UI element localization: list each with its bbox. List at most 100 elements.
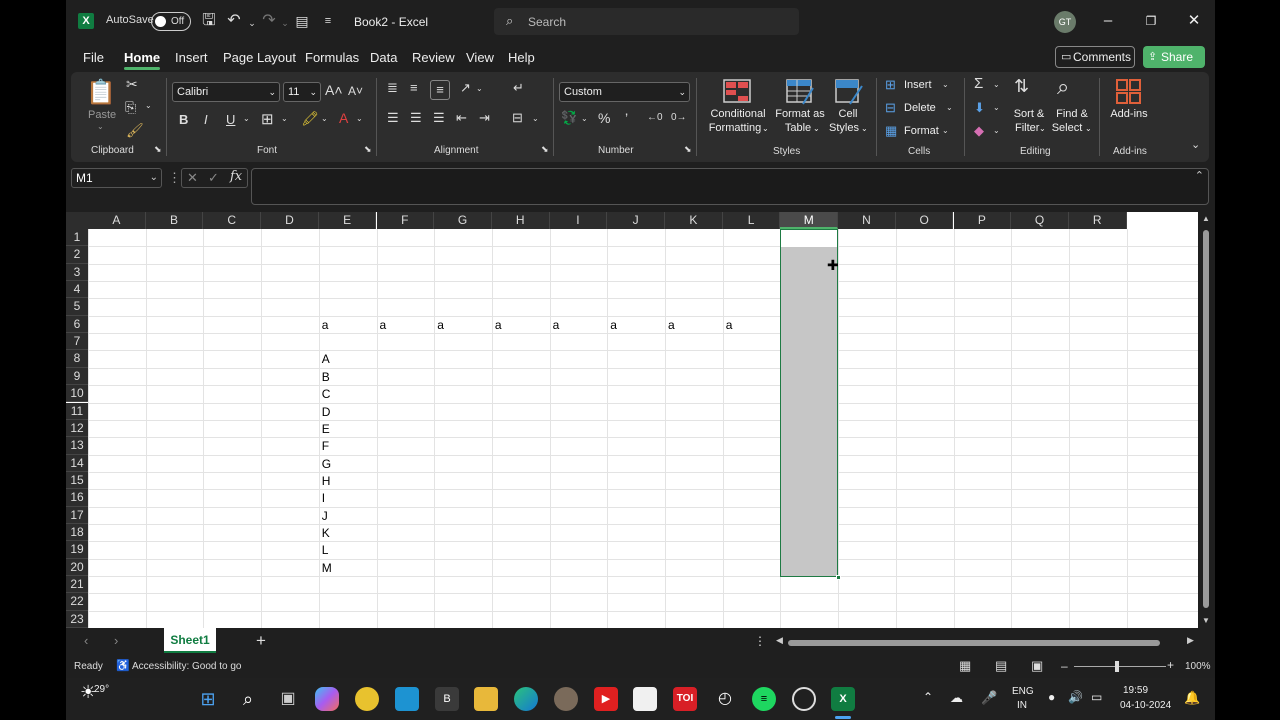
delete-cells-label[interactable]: Delete bbox=[904, 102, 936, 114]
conditional-formatting-dropdown-icon[interactable]: ⌄ bbox=[762, 122, 769, 136]
conditional-formatting-icon[interactable] bbox=[722, 78, 752, 106]
insert-function-icon[interactable]: fx bbox=[230, 169, 242, 184]
insert-dropdown-icon[interactable]: ⌄ bbox=[942, 80, 949, 89]
row-header-12[interactable]: 12 bbox=[66, 419, 88, 438]
start-icon[interactable]: ⊞ bbox=[196, 687, 220, 711]
accessibility-icon[interactable]: ♿ bbox=[116, 659, 130, 672]
sort-filter-label-2[interactable]: Filter bbox=[1015, 121, 1039, 135]
cell-row6-i[interactable]: a bbox=[550, 318, 560, 332]
orientation-dropdown-icon[interactable]: ⌄ bbox=[476, 84, 483, 93]
share-button[interactable]: ⇪ Share bbox=[1143, 46, 1205, 68]
font-family-select[interactable]: Calibri ⌄ bbox=[172, 82, 280, 102]
select-all-corner[interactable] bbox=[66, 212, 88, 229]
speedometer-icon[interactable]: ◴ bbox=[713, 687, 737, 711]
column-header-g[interactable]: G bbox=[434, 212, 492, 229]
active-cell[interactable] bbox=[781, 230, 838, 247]
scroll-thumb[interactable] bbox=[1203, 230, 1209, 608]
selected-range[interactable] bbox=[780, 229, 842, 580]
minimize-icon[interactable]: – bbox=[1098, 11, 1118, 31]
comma-style-icon[interactable]: ’ bbox=[625, 110, 628, 126]
chevron-up-icon[interactable]: ⌃ bbox=[923, 690, 933, 704]
language-line2[interactable]: IN bbox=[1017, 700, 1027, 711]
row-header-6[interactable]: 6 bbox=[66, 315, 88, 334]
column-header-m[interactable]: M bbox=[780, 212, 839, 229]
tab-formulas[interactable]: Formulas bbox=[305, 50, 359, 65]
undo-icon[interactable]: ↶ bbox=[224, 11, 244, 31]
merge-dropdown-icon[interactable]: ⌄ bbox=[532, 114, 539, 123]
column-header-d[interactable]: D bbox=[261, 212, 319, 229]
fill-color-dropdown-icon[interactable]: ⌄ bbox=[321, 114, 328, 123]
sort-filter-label[interactable]: Sort & bbox=[1011, 107, 1047, 121]
row-header-18[interactable]: 18 bbox=[66, 523, 88, 542]
copy-dropdown-icon[interactable]: ⌄ bbox=[145, 101, 152, 110]
conditional-formatting-label-2[interactable]: Formatting bbox=[706, 121, 764, 135]
app-icon[interactable] bbox=[355, 687, 379, 711]
row-header-11[interactable]: 11 bbox=[66, 402, 88, 420]
row-header-8[interactable]: 8 bbox=[66, 350, 88, 368]
paste-icon[interactable]: 📋 bbox=[85, 78, 117, 108]
weather-temp[interactable]: 29° bbox=[94, 684, 109, 695]
increase-decimal-icon[interactable]: ←0 bbox=[647, 112, 663, 123]
font-color-icon[interactable]: A bbox=[339, 110, 348, 126]
column-header-i[interactable]: I bbox=[549, 212, 608, 229]
autosum-icon[interactable]: Σ bbox=[974, 75, 983, 92]
file-explorer-icon[interactable] bbox=[474, 687, 498, 711]
enter-icon[interactable]: ✓ bbox=[208, 170, 219, 186]
tab-page-layout[interactable]: Page Layout bbox=[223, 50, 296, 65]
column-header-r[interactable]: R bbox=[1068, 212, 1127, 229]
column-header-p[interactable]: P bbox=[953, 212, 1012, 229]
decrease-decimal-icon[interactable]: 0→ bbox=[671, 112, 687, 123]
clock-date[interactable]: 04-10-2024 bbox=[1120, 700, 1171, 711]
align-bottom-icon[interactable]: ≡ bbox=[430, 80, 450, 100]
format-dropdown-icon[interactable]: ⌄ bbox=[942, 126, 949, 135]
spreadsheet-grid[interactable]: A B C D E F G H I J K L M N O P Q R 1 2 3 4 5 6 7 8 9 10 11 12 13 14 15 1… bbox=[66, 212, 1198, 628]
scroll-down-icon[interactable]: ▼ bbox=[1202, 616, 1210, 625]
b-app-icon[interactable]: B bbox=[435, 687, 459, 711]
borders-icon[interactable]: ⊞ bbox=[261, 110, 274, 128]
cell-styles-dropdown-icon[interactable]: ⌄ bbox=[861, 122, 868, 136]
wifi-icon[interactable]: ● bbox=[1048, 690, 1055, 704]
chevron-up-icon[interactable]: ⌃ bbox=[1195, 169, 1204, 182]
language-line1[interactable]: ENG bbox=[1012, 686, 1034, 697]
collapse-ribbon-icon[interactable]: ⌄ bbox=[1191, 138, 1200, 151]
merge-center-icon[interactable]: ⊟ bbox=[512, 110, 523, 126]
volume-icon[interactable]: 🔊 bbox=[1068, 690, 1083, 704]
column-header-l[interactable]: L bbox=[722, 212, 781, 229]
row-header-15[interactable]: 15 bbox=[66, 471, 88, 490]
row-header-7[interactable]: 7 bbox=[66, 333, 88, 351]
paste-label[interactable]: Paste bbox=[88, 109, 116, 121]
clock-time[interactable]: 19:59 bbox=[1123, 685, 1148, 696]
zoom-in-icon[interactable]: + bbox=[1167, 658, 1174, 672]
autosave-toggle[interactable]: Off bbox=[151, 12, 191, 31]
column-header-c[interactable]: C bbox=[203, 212, 262, 229]
add-sheet-icon[interactable]: + bbox=[256, 631, 266, 651]
vertical-scrollbar[interactable]: ▲ ▼ bbox=[1198, 212, 1215, 628]
copilot-icon[interactable] bbox=[315, 687, 339, 711]
bold-icon[interactable]: B bbox=[179, 112, 188, 127]
scroll-left-icon[interactable]: ◀ bbox=[776, 635, 783, 646]
row-header-13[interactable]: 13 bbox=[66, 437, 88, 455]
clipboard-launcher-icon[interactable]: ⬊ bbox=[154, 144, 162, 155]
format-cells-label[interactable]: Format bbox=[904, 125, 939, 137]
insert-cells-icon[interactable]: ⊞ bbox=[885, 77, 896, 93]
more-icon[interactable]: ⋮ bbox=[168, 170, 181, 186]
row-header-16[interactable]: 16 bbox=[66, 489, 88, 507]
format-painter-icon[interactable]: 🖌 bbox=[126, 122, 144, 139]
cut-icon[interactable]: ✂ bbox=[126, 76, 138, 93]
column-header-a[interactable]: A bbox=[88, 212, 146, 229]
excel-taskbar-icon[interactable]: X bbox=[831, 687, 855, 711]
cell-row6-h[interactable]: a bbox=[492, 318, 502, 332]
edge-icon[interactable] bbox=[514, 687, 538, 711]
row-header-19[interactable]: 19 bbox=[66, 541, 88, 559]
format-as-table-label[interactable]: Format as bbox=[773, 107, 827, 121]
row-header-10[interactable]: 10 bbox=[66, 385, 88, 403]
battery-icon[interactable]: ▭ bbox=[1091, 690, 1102, 704]
close-icon[interactable]: ✕ bbox=[1184, 11, 1204, 31]
cell-e15[interactable]: H bbox=[319, 474, 331, 488]
number-format-select[interactable]: Custom ⌄ bbox=[559, 82, 690, 102]
normal-view-icon[interactable]: ▦ bbox=[959, 658, 971, 674]
wrap-text-icon[interactable]: ↵ bbox=[513, 80, 524, 96]
sheet-tab-sheet1[interactable]: Sheet1 bbox=[164, 628, 216, 653]
scroll-up-icon[interactable]: ▲ bbox=[1202, 214, 1210, 223]
accounting-format-icon[interactable]: 💱 bbox=[561, 110, 577, 126]
